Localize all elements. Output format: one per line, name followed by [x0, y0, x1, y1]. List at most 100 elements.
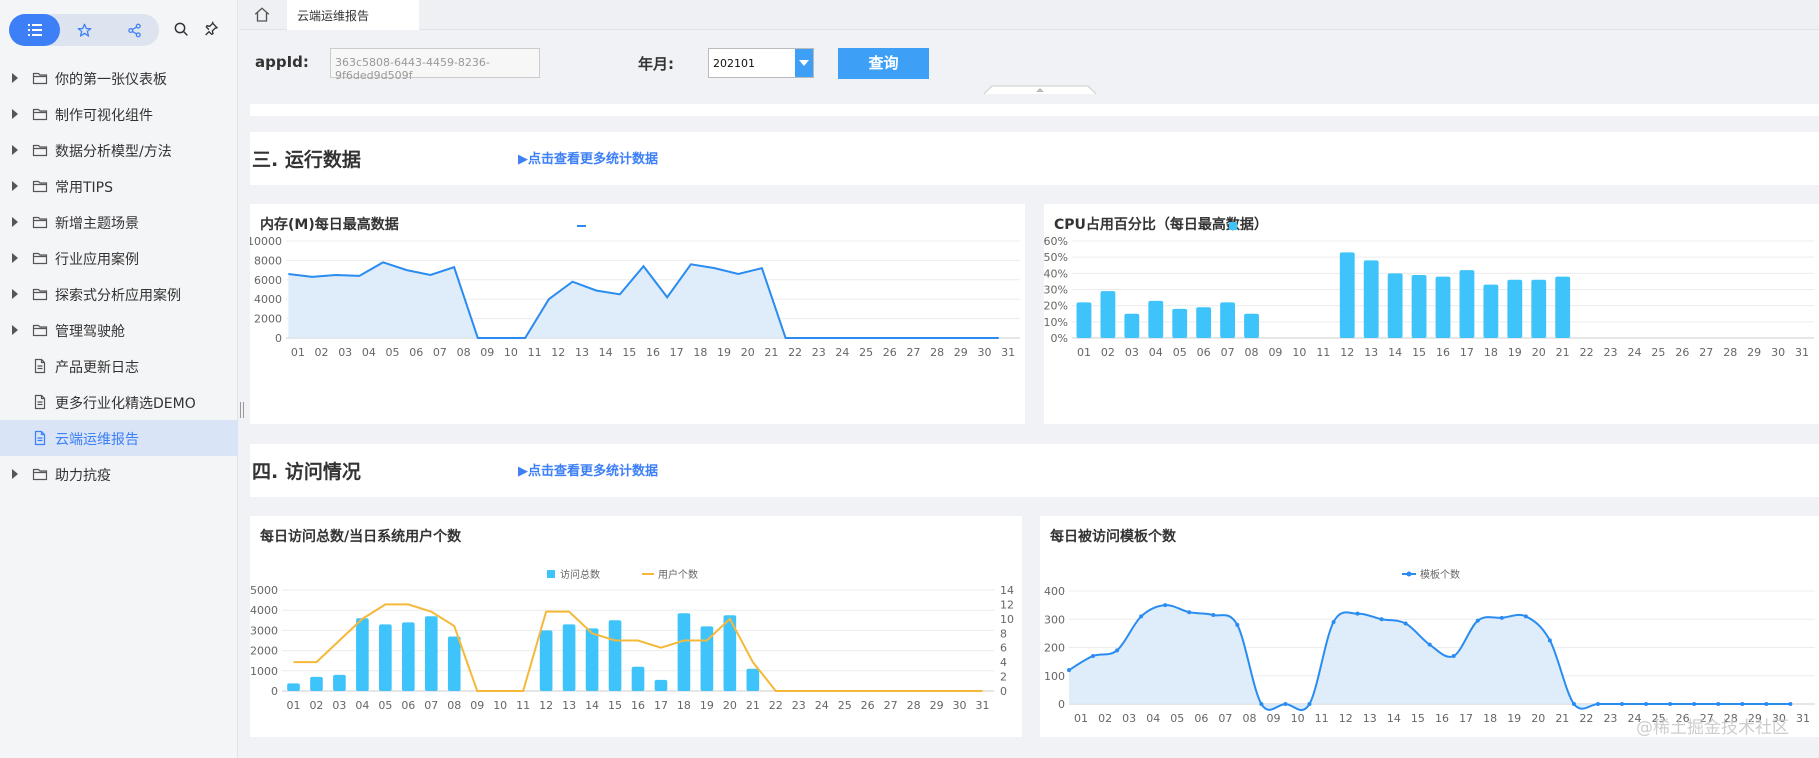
- x-tick-label: 15: [1412, 346, 1426, 359]
- caret-right-icon[interactable]: [12, 325, 18, 335]
- x-tick-label: 09: [1267, 712, 1281, 725]
- bar: [1435, 276, 1451, 338]
- list-view-button[interactable]: [9, 14, 60, 46]
- sidebar-resize-handle[interactable]: [240, 402, 244, 418]
- sidebar-item[interactable]: 云端运维报告: [0, 420, 238, 456]
- x-tick-label: 06: [401, 699, 415, 712]
- caret-right-icon[interactable]: [12, 253, 18, 263]
- share-view-button[interactable]: [109, 14, 159, 46]
- x-tick-label: 22: [788, 346, 802, 359]
- caret-right-icon[interactable]: [12, 469, 18, 479]
- x-tick-label: 13: [1363, 712, 1377, 725]
- sidebar: 你的第一张仪表板 制作可视化组件 数据分析模型/方法常用TIPS 新增主题场景行业应用…: [0, 0, 238, 758]
- sidebar-item[interactable]: 行业应用案例: [0, 240, 238, 276]
- home-button[interactable]: [253, 6, 271, 24]
- x-tick-label: 03: [1125, 346, 1139, 359]
- y-tick-label: 200: [1044, 642, 1065, 655]
- query-button[interactable]: 查询: [838, 48, 929, 79]
- y-tick-label: 0%: [1051, 332, 1068, 345]
- month-value: 202101: [713, 57, 755, 70]
- caret-right-icon[interactable]: [12, 73, 18, 83]
- x-tick-label: 17: [670, 346, 684, 359]
- x-tick-label: 01: [291, 346, 305, 359]
- x-tick-label: 12: [1339, 712, 1353, 725]
- bar: [333, 674, 346, 691]
- y2-tick-label: 4: [1000, 656, 1007, 669]
- x-tick-label: 18: [1483, 712, 1497, 725]
- section-title: 四. 访问情况: [252, 461, 361, 483]
- x-tick-label: 10: [493, 699, 507, 712]
- caret-right-icon[interactable]: [12, 217, 18, 227]
- more-stats-link[interactable]: ▶点击查看更多统计数据: [518, 460, 658, 479]
- data-point: [1235, 622, 1240, 627]
- list-icon: [27, 24, 42, 36]
- y-tick-label: 300: [1044, 613, 1065, 626]
- month-select[interactable]: 202101: [708, 48, 814, 78]
- x-tick-label: 11: [1315, 712, 1329, 725]
- templates-chart-panel: 每日被访问模板个数 400 300 200 100 0 01 02 03 04 05 06 07 08 0…: [1040, 516, 1819, 737]
- x-tick-label: 23: [1603, 712, 1617, 725]
- bar: [654, 679, 668, 691]
- sidebar-item[interactable]: 你的第一张仪表板: [0, 60, 238, 96]
- x-tick-label: 04: [1149, 346, 1163, 359]
- search-button[interactable]: [170, 18, 192, 40]
- sidebar-item[interactable]: 新增主题场景: [0, 204, 238, 240]
- data-point: [1427, 642, 1432, 647]
- pin-button[interactable]: [200, 18, 222, 40]
- x-tick-label: 20: [1531, 712, 1545, 725]
- more-stats-link[interactable]: ▶点击查看更多统计数据: [518, 148, 658, 167]
- y-tick-label: 400: [1044, 585, 1065, 598]
- x-tick-label: 01: [286, 699, 300, 712]
- section-title: 三. 运行数据: [252, 149, 361, 171]
- folder-icon: [32, 252, 48, 265]
- chevron-down-icon[interactable]: [795, 49, 813, 77]
- caret-right-icon[interactable]: [12, 145, 18, 155]
- caret-right-icon[interactable]: [12, 109, 18, 119]
- caret-right-icon[interactable]: [12, 289, 18, 299]
- sidebar-item[interactable]: 数据分析模型/方法: [0, 132, 238, 168]
- folder-icon: [32, 108, 48, 121]
- sidebar-item[interactable]: 产品更新日志: [0, 348, 238, 384]
- sidebar-item[interactable]: 制作可视化组件: [0, 96, 238, 132]
- x-tick-label: 02: [315, 346, 329, 359]
- x-tick-label: 07: [1221, 346, 1235, 359]
- legend-label: 模板个数: [1420, 568, 1460, 581]
- data-point: [1283, 702, 1288, 706]
- y-tick-label: 30%: [1044, 284, 1068, 297]
- data-point: [1139, 614, 1144, 619]
- sidebar-item-label: 常用TIPS: [55, 180, 114, 196]
- x-tick-label: 23: [1604, 346, 1618, 359]
- y-tick-label: 2000: [254, 313, 282, 326]
- data-point: [1668, 702, 1673, 706]
- y-tick-label: 1000: [250, 665, 278, 678]
- legend-label: 用户个数: [658, 568, 698, 581]
- sidebar-item[interactable]: 常用TIPS: [0, 168, 238, 204]
- sidebar-item[interactable]: 管理驾驶舱: [0, 312, 238, 348]
- sidebar-item[interactable]: 助力抗疫: [0, 456, 238, 492]
- bar: [1124, 313, 1140, 338]
- home-icon: [254, 7, 270, 22]
- sidebar-item-label: 行业应用案例: [55, 252, 139, 268]
- sidebar-item[interactable]: 探索式分析应用案例: [0, 276, 238, 312]
- x-tick-label: 14: [585, 699, 599, 712]
- sidebar-item-label: 管理驾驶舱: [55, 324, 125, 340]
- bar: [310, 676, 323, 691]
- memory-chart-panel: 内存(M)每日最高数据 10000 8000 6000 4000 2000 0 01 02 03…: [250, 204, 1025, 424]
- tab-cloud-ops-report[interactable]: 云端运维报告: [287, 0, 419, 30]
- bar: [1148, 300, 1164, 338]
- bar: [585, 628, 599, 691]
- collapse-toggle[interactable]: [984, 85, 1096, 94]
- caret-right-icon[interactable]: [12, 181, 18, 191]
- sidebar-item[interactable]: 更多行业化精选DEMO: [0, 384, 238, 420]
- visits-chart-panel: 每日访问总数/当日系统用户个数 5000 4000 3000 2000 1000 0 01 0…: [250, 516, 1022, 737]
- x-tick-label: 21: [1556, 346, 1570, 359]
- bar: [608, 620, 622, 691]
- favorites-view-button[interactable]: [59, 14, 109, 46]
- sidebar-item-label: 云端运维报告: [55, 432, 139, 448]
- data-point: [1211, 613, 1216, 618]
- bar: [746, 668, 760, 691]
- x-tick-label: 15: [1411, 712, 1425, 725]
- appid-input[interactable]: 363c5808-6443-4459-8236-9f6ded9d509f: [330, 48, 540, 82]
- month-label: 年月:: [638, 55, 674, 73]
- x-tick-label: 20: [741, 346, 755, 359]
